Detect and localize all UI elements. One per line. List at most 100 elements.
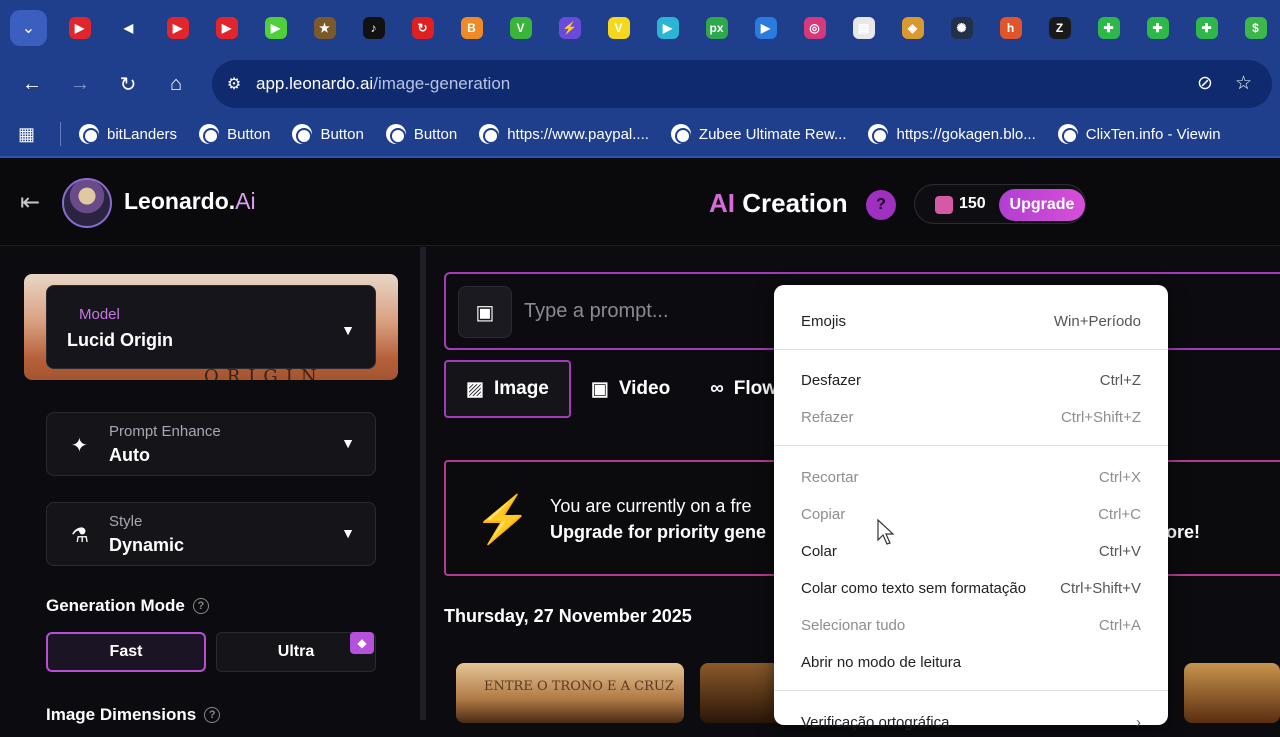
browser-tab[interactable]: ▶: [55, 8, 104, 48]
url-host: app.leonardo.ai: [256, 74, 374, 93]
browser-tab[interactable]: ▶: [153, 8, 202, 48]
generated-image-thumb[interactable]: [1184, 663, 1280, 723]
play-icon: ▶: [264, 17, 287, 39]
bookmark-item[interactable]: Button: [199, 124, 270, 144]
browser-tab[interactable]: ◀: [104, 8, 153, 48]
bolt-icon: ⚡: [558, 17, 581, 39]
browser-tab[interactable]: ◎: [790, 8, 839, 48]
page-title: AI Creation: [709, 188, 848, 218]
tab-favicons: ▶ ◀ ▶ ▶ ▶ ★ ♪ ↻ B V ⚡ V ▶ px ▶ ◎ ▤ ◈ ✺ h Z ✚ ✚ ✚ $: [55, 8, 1280, 48]
bookmark-label: Button: [320, 125, 364, 143]
browser-tab[interactable]: ▶: [643, 8, 692, 48]
menu-item-cut: Recortar Ctrl+X: [801, 468, 1141, 486]
browser-tab[interactable]: ▤: [839, 8, 888, 48]
upgrade-button[interactable]: Upgrade: [999, 189, 1085, 221]
bookmark-item[interactable]: Zubee Ultimate Rew...: [670, 124, 846, 144]
bookmark-item[interactable]: https://gokagen.blo...: [868, 124, 1036, 144]
menu-item-paste[interactable]: Colar Ctrl+V: [801, 536, 1141, 566]
browser-tab[interactable]: ★: [300, 8, 349, 48]
premium-gem-icon: ◆: [350, 632, 374, 654]
bookmark-item[interactable]: bitLanders: [79, 124, 177, 144]
tab-image[interactable]: ▨ Image: [444, 360, 571, 418]
browser-tab[interactable]: ♪: [349, 8, 398, 48]
prompt-enhance-select[interactable]: ✦ Prompt Enhance Auto ▼: [46, 412, 376, 476]
browser-tab[interactable]: h: [986, 8, 1035, 48]
menu-item-redo: Refazer Ctrl+Shift+Z: [801, 408, 1141, 426]
browser-tab[interactable]: ⚡: [545, 8, 594, 48]
tab-search-button[interactable]: ⌄: [10, 10, 47, 46]
mode-fast-button[interactable]: Fast: [46, 632, 206, 672]
banner-tail: ore!: [1166, 522, 1201, 542]
star-icon: ★: [313, 17, 336, 39]
bookmark-list: bitLanders Button Button Button https://www.…: [79, 124, 1243, 144]
bookmark-item[interactable]: https://www.paypal....: [479, 124, 649, 144]
bookmark-item[interactable]: Button: [292, 124, 364, 144]
menu-item-undo[interactable]: Desfazer Ctrl+Z: [801, 365, 1141, 395]
style-select[interactable]: ⚗ Style Dynamic ▼: [46, 502, 376, 566]
apps-grid-icon[interactable]: ▦: [18, 124, 60, 145]
thumb-text: ENTRE O TRONO E A CRUZ: [484, 679, 674, 694]
globe-icon: [670, 124, 691, 144]
dollar-icon: $: [1244, 17, 1267, 39]
globe-icon: [479, 124, 500, 144]
browser-tab[interactable]: ◈: [888, 8, 937, 48]
collapse-sidebar-icon[interactable]: ⇤: [20, 188, 40, 217]
v-icon: V: [607, 17, 630, 39]
image-dimensions-title: Image Dimensions?: [46, 705, 221, 725]
bookmarks-bar: ▦ bitLanders Button Button Button https://ww…: [0, 112, 1280, 158]
menu-item-spellcheck[interactable]: Verificação ortográfica ›: [801, 707, 1141, 737]
prompt-input[interactable]: Type a prompt...: [524, 300, 669, 323]
home-button[interactable]: ⌂: [152, 60, 200, 108]
browser-tab[interactable]: ✚: [1084, 8, 1133, 48]
bookmark-label: bitLanders: [107, 125, 178, 143]
browser-tab[interactable]: V: [594, 8, 643, 48]
token-icon: [935, 196, 953, 214]
chevron-right-icon: ›: [1136, 713, 1141, 731]
px-icon: px: [705, 17, 728, 39]
menu-item-reading-mode[interactable]: Abrir no modo de leitura: [801, 647, 1141, 677]
address-bar[interactable]: ⚙ app.leonardo.ai/image-generation ⊘ ☆: [212, 60, 1272, 108]
browser-tab[interactable]: ▶: [202, 8, 251, 48]
style-value: Dynamic: [109, 535, 185, 555]
bookmark-label: Button: [227, 125, 271, 143]
sidebar-divider[interactable]: [420, 247, 426, 720]
reload-button[interactable]: ↻: [104, 60, 152, 108]
image-icon: ▨: [466, 378, 484, 400]
star-icon[interactable]: ☆: [1235, 72, 1252, 95]
tiktok-icon: ♪: [362, 17, 385, 39]
chevron-down-icon: ▼: [341, 435, 355, 451]
site-info-icon[interactable]: ⚙: [212, 74, 256, 94]
browser-tab[interactable]: ✚: [1182, 8, 1231, 48]
model-select[interactable]: Model Lucid Origin ▼: [46, 285, 376, 369]
youtube-icon: ▶: [166, 17, 189, 39]
browser-tab[interactable]: ▶: [251, 8, 300, 48]
back-button[interactable]: ←: [8, 60, 56, 108]
browser-tab[interactable]: ↻: [398, 8, 447, 48]
tab-video[interactable]: ▣ Video: [571, 360, 690, 418]
flask-icon: ⚗: [71, 525, 89, 547]
bookmark-item[interactable]: ClixTen.info - Viewin: [1057, 124, 1221, 144]
menu-item-paste-plain[interactable]: Colar como texto sem formatação Ctrl+Shif…: [801, 573, 1141, 603]
forward-button[interactable]: →: [56, 60, 104, 108]
browser-tab[interactable]: B: [447, 8, 496, 48]
browser-tab[interactable]: ✚: [1133, 8, 1182, 48]
browser-tab[interactable]: V: [496, 8, 545, 48]
browser-tab[interactable]: ▶: [741, 8, 790, 48]
browser-tab[interactable]: $: [1231, 8, 1280, 48]
menu-item-emojis[interactable]: Emojis Win+Período: [801, 306, 1141, 336]
eye-off-icon[interactable]: ⊘: [1197, 72, 1213, 95]
generated-image-thumb[interactable]: ENTRE O TRONO E A CRUZ: [456, 663, 684, 723]
z-icon: Z: [1048, 17, 1071, 39]
help-icon[interactable]: ?: [866, 190, 896, 220]
image-upload-icon[interactable]: ▣: [458, 286, 512, 338]
video-icon: ▣: [590, 378, 609, 400]
help-icon[interactable]: ?: [192, 598, 209, 614]
blogger-icon: B: [460, 17, 483, 39]
bookmark-item[interactable]: Button: [385, 124, 457, 144]
browser-tab[interactable]: ✺: [937, 8, 986, 48]
browser-tab[interactable]: Z: [1035, 8, 1084, 48]
browser-tab[interactable]: px: [692, 8, 741, 48]
url-path: /image-generation: [373, 74, 511, 93]
help-icon[interactable]: ?: [204, 707, 221, 723]
menu-divider: [774, 349, 1168, 350]
